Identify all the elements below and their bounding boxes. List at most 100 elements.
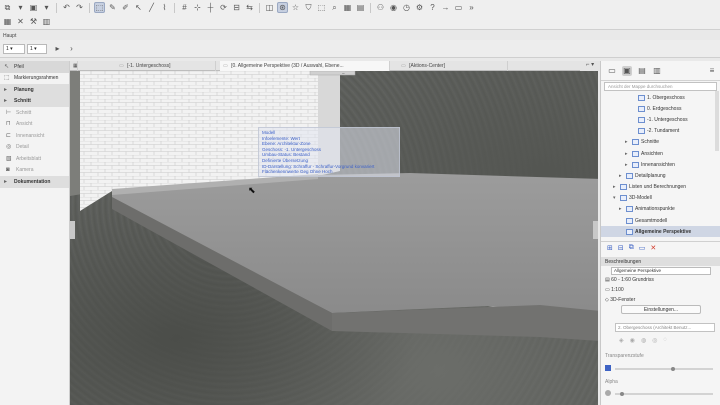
grid-view-icon[interactable]: ▦ (342, 2, 353, 13)
render-icon-5[interactable]: ◌ (663, 337, 667, 344)
toolbox-item[interactable]: ⬚ Markierungsrahmen (0, 73, 69, 85)
select-icon[interactable]: ⬚ (94, 2, 105, 13)
expand-arrow-icon[interactable]: ▸ (625, 162, 630, 168)
guide-icon[interactable]: ┼ (205, 2, 216, 13)
grid-small-icon[interactable]: ▦ (2, 16, 13, 27)
panel-icon[interactable]: ▥ (41, 16, 52, 27)
delete-icon[interactable]: ✕ (650, 244, 656, 252)
tools-icon[interactable]: ⚒ (28, 16, 39, 27)
redo-icon[interactable]: ↷ (74, 2, 85, 13)
pencil-icon[interactable]: ✎ (107, 2, 118, 13)
expand-arrow-icon[interactable]: ▸ (619, 206, 624, 212)
navigator-tree-item[interactable]: Allgemeine Perspektive (601, 226, 720, 238)
view-tab[interactable]: ▭ [Aktions-Center] (398, 61, 508, 71)
expand-arrow-icon[interactable]: ▸ (613, 184, 618, 190)
layout-icon[interactable]: ▤ (355, 2, 366, 13)
undo-icon[interactable]: ↶ (61, 2, 72, 13)
find-icon[interactable]: ⌕ (329, 2, 340, 13)
navigator-tree-item[interactable]: -2. Tundament (601, 126, 720, 137)
toolbox-item[interactable]: ▸ Schnitt (0, 95, 69, 107)
line-tool-icon[interactable]: ╱ (146, 2, 157, 13)
view-tab[interactable]: ▭ [-1. Untergeschoss] (116, 61, 216, 71)
publisher-icon[interactable]: ▥ (652, 66, 662, 76)
scale-select[interactable]: 1 ▾ (27, 44, 47, 54)
teamwork-icon[interactable]: ⚇ (375, 2, 386, 13)
open-icon[interactable]: ▭ (639, 244, 646, 252)
expand-arrow-icon[interactable]: ▸ (625, 139, 630, 145)
x-icon[interactable]: ✕ (15, 16, 26, 27)
dropdown-icon[interactable]: ▾ (41, 2, 52, 13)
navigator-scrollbar[interactable] (715, 91, 719, 151)
view-tab[interactable]: ▭ [0. Allgemeine Perspektive (3D / Auswa… (220, 61, 390, 71)
navigator-search-input[interactable]: Ansicht der Mappe durchsuchen (604, 82, 717, 91)
navigator-tree-item[interactable]: ▸ Detailplanung (601, 170, 720, 181)
toolbox-item[interactable]: ▸ Dokumentation (0, 176, 69, 188)
cursor-icon[interactable]: ▸ (52, 43, 63, 54)
polyline-tool-icon[interactable]: ⌇ (159, 2, 170, 13)
viewport-left-handle[interactable] (70, 221, 75, 239)
render-icon-1[interactable]: ◈ (619, 337, 624, 344)
toolbox-item[interactable]: ▸ Planung (0, 84, 69, 96)
toolbox-item[interactable]: ▧ Arbeitsblatt (0, 153, 69, 165)
settings-button[interactable]: Einstellungen... (621, 305, 701, 314)
help-icon[interactable]: ? (427, 2, 438, 13)
render-icon-2[interactable]: ◉ (630, 337, 635, 344)
tab-overflow-icon[interactable]: ⌐ ▾ (580, 61, 600, 71)
clone-icon[interactable]: ⧉ (629, 244, 634, 252)
3d-viewport[interactable]: − Modell Infoelemente: Wert Ebene: Archite… (70, 71, 598, 405)
render-icon-3[interactable]: ◍ (641, 337, 646, 344)
rotate-icon[interactable]: ⟳ (218, 2, 229, 13)
folder-icon[interactable]: ▭ (607, 66, 617, 76)
navigator-tree-item[interactable]: 0. Erdgeschoss (601, 103, 720, 114)
toolbox-item[interactable]: ◙ Kamera (0, 165, 69, 177)
new-folder-icon[interactable]: ⊟ (618, 244, 624, 252)
navigator-tree-item[interactable]: -1. Untergeschoss (601, 114, 720, 125)
clock-icon[interactable]: ◷ (401, 2, 412, 13)
descriptions-header[interactable]: Beschreibungen (601, 257, 720, 266)
align-icon[interactable]: ⊟ (231, 2, 242, 13)
expand-arrow-icon[interactable]: ▾ (613, 195, 618, 201)
navigator-tree-item[interactable]: ▸ Schnitte (601, 137, 720, 148)
toolbox-item[interactable]: ↖ Pfeil (0, 61, 69, 73)
expand-arrow-icon[interactable]: ▸ (619, 173, 624, 179)
snap-icon[interactable]: ⊹ (192, 2, 203, 13)
expand-arrow-icon[interactable]: ▸ (625, 151, 630, 157)
navigator-tree-item[interactable]: Gesamtmodell (601, 215, 720, 226)
view-map-icon[interactable]: ▣ (622, 65, 632, 76)
navigator-tree-item[interactable]: 1. Obergeschoss (601, 92, 720, 103)
tab-grid-icon[interactable]: ▦ (70, 61, 78, 71)
view-icon[interactable]: ◉ (388, 2, 399, 13)
transparency-slider-knob[interactable] (671, 367, 676, 371)
alpha-slider-knob[interactable] (619, 392, 624, 396)
mirror-icon[interactable]: ⇆ (244, 2, 255, 13)
more-icon[interactable]: › (66, 43, 77, 54)
navigator-tree-item[interactable]: ▸ Ansichten (601, 148, 720, 159)
layout-book-icon[interactable]: ▤ (637, 66, 647, 76)
view-name-input[interactable]: Allgemeine Perspektive (611, 267, 711, 275)
window-icon[interactable]: ▭ (453, 2, 464, 13)
more-icon[interactable]: » (466, 2, 477, 13)
pen-select[interactable]: 1 ▾ (3, 44, 25, 54)
star-icon[interactable]: ☆ (290, 2, 301, 13)
toolbox-item[interactable]: ⊏ Innenansicht (0, 130, 69, 142)
layer-select[interactable]: 2. Obergeschoss (Architekt Benutz... (615, 323, 715, 332)
viewport-right-handle[interactable] (593, 221, 598, 239)
toolbox-item[interactable]: ◎ Detail (0, 142, 69, 154)
panel-menu-icon[interactable]: ≡ (707, 66, 717, 76)
orbit-icon[interactable]: ⊛ (277, 2, 288, 13)
arrow-tool-icon[interactable]: ↖ (133, 2, 144, 13)
transparency-slider[interactable] (615, 367, 713, 371)
new-view-icon[interactable]: ⊞ (607, 244, 613, 252)
dropdown-icon[interactable]: ▾ (15, 2, 26, 13)
save-icon[interactable]: ▣ (28, 2, 39, 13)
navigator-tree-item[interactable]: ▸ Listen und Berechnungen (601, 182, 720, 193)
navigator-tree-item[interactable]: ▸ Innenansichten (601, 159, 720, 170)
marquee-icon[interactable]: ⬚ (316, 2, 327, 13)
shield-icon[interactable]: ⛉ (303, 2, 314, 13)
toolbox-item[interactable]: ⊢ Schnitt (0, 107, 69, 119)
settings-icon[interactable]: ⚙ (414, 2, 425, 13)
navigator-tree-item[interactable]: ▸ Animationspunkte (601, 204, 720, 215)
eyedropper-icon[interactable]: ✐ (120, 2, 131, 13)
alpha-slider[interactable] (615, 392, 713, 396)
arrow-right-icon[interactable]: → (440, 2, 451, 13)
